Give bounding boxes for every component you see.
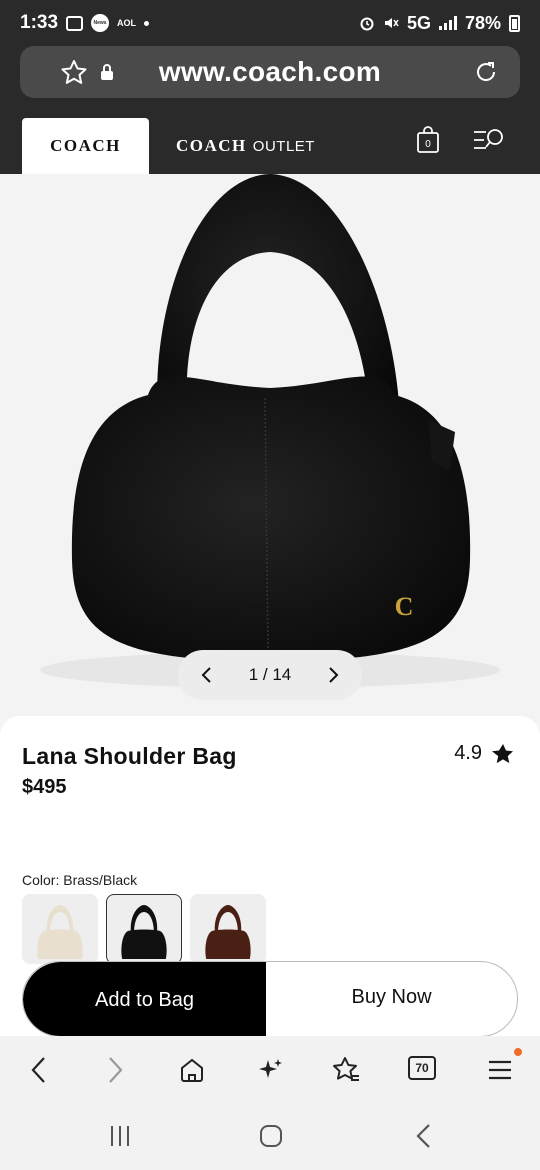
purchase-buttons: Add to Bag Buy Now: [22, 961, 518, 1037]
forward-icon: [109, 1057, 123, 1083]
buy-now-button[interactable]: Buy Now: [266, 962, 517, 1036]
bookmarks-star-icon: [333, 1057, 359, 1081]
status-bar: 1:33 News AOL 5G 78%: [0, 0, 540, 46]
back-button[interactable]: [22, 1054, 54, 1086]
bag-count: 0: [425, 139, 431, 150]
next-image-icon[interactable]: [328, 666, 340, 684]
prev-image-icon[interactable]: [200, 666, 212, 684]
browser-url-area: www.coach.com: [0, 46, 540, 106]
site-header: COACH COACH OUTLET 0: [0, 106, 540, 174]
rating[interactable]: 4.9: [454, 742, 514, 765]
reload-icon[interactable]: [472, 58, 500, 86]
battery-percent: 78%: [464, 12, 501, 33]
network-type: 5G: [406, 12, 431, 33]
screen: 1:33 News AOL 5G 78% www.coach.com COACH…: [0, 0, 540, 1170]
forward-button[interactable]: [100, 1054, 132, 1086]
outlet-brand-label: COACH: [176, 136, 247, 155]
product-image[interactable]: C: [0, 174, 540, 720]
signal-icon: [438, 16, 457, 30]
home-button[interactable]: [176, 1054, 208, 1086]
news-notification-icon: News: [91, 14, 110, 32]
address-bar[interactable]: www.coach.com: [20, 46, 520, 98]
bookmarks-button[interactable]: [330, 1054, 362, 1086]
ai-sparkle-button[interactable]: [254, 1054, 286, 1086]
notification-badge: [514, 1048, 522, 1056]
home-icon: [181, 1058, 203, 1082]
product-title: Lana Shoulder Bag: [22, 743, 237, 769]
back-icon: [31, 1057, 45, 1083]
gallery-notification-icon: [66, 15, 84, 31]
image-position: 1 / 14: [248, 665, 292, 684]
back-nav-icon[interactable]: [414, 1122, 432, 1150]
product-price: $495: [22, 776, 67, 798]
image-pager: 1 / 14: [178, 650, 362, 700]
add-to-bag-button[interactable]: Add to Bag: [23, 962, 266, 1036]
handbag-image: C: [40, 174, 500, 688]
tab-coach[interactable]: COACH: [22, 118, 149, 174]
product-info-card: Lana Shoulder Bag $495 4.9 Color: Brass/…: [0, 716, 540, 1037]
outlet-word-label: OUTLET: [252, 137, 315, 155]
browser-toolbar: [0, 1036, 540, 1102]
swatch-black[interactable]: [106, 894, 182, 964]
recent-apps-icon[interactable]: [108, 1124, 132, 1148]
sparkle-icon: [259, 1059, 282, 1078]
battery-icon: [509, 14, 520, 32]
color-swatches: [22, 894, 266, 964]
swatch-bag-image: [121, 905, 167, 959]
home-nav-icon[interactable]: [258, 1123, 284, 1149]
mute-icon: [384, 18, 399, 28]
alarm-icon: [360, 17, 374, 31]
coach-logo-hardware: C: [395, 592, 414, 621]
color-label: Color: Brass/Black: [22, 872, 138, 888]
shopping-bag-icon[interactable]: 0: [416, 126, 440, 154]
system-navigation-bar: [0, 1102, 540, 1170]
url-text[interactable]: www.coach.com: [20, 56, 520, 88]
tab-coach-outlet[interactable]: COACH OUTLET: [176, 118, 315, 174]
menu-search-icon[interactable]: [472, 128, 506, 152]
swatch-bag-image: [205, 905, 251, 959]
aol-notification-icon: AOL: [117, 18, 137, 28]
more-notifications-dot: [144, 20, 150, 26]
rating-value: 4.9: [454, 742, 482, 764]
hamburger-menu-icon: [489, 1060, 511, 1080]
tabs-button[interactable]: 70: [408, 1056, 436, 1080]
swatch-brown[interactable]: [190, 894, 266, 964]
menu-button[interactable]: [484, 1054, 516, 1086]
swatch-bag-image: [37, 905, 83, 959]
swatch-chalk[interactable]: [22, 894, 98, 964]
star-icon: [492, 744, 513, 764]
clock: 1:33: [20, 12, 59, 33]
